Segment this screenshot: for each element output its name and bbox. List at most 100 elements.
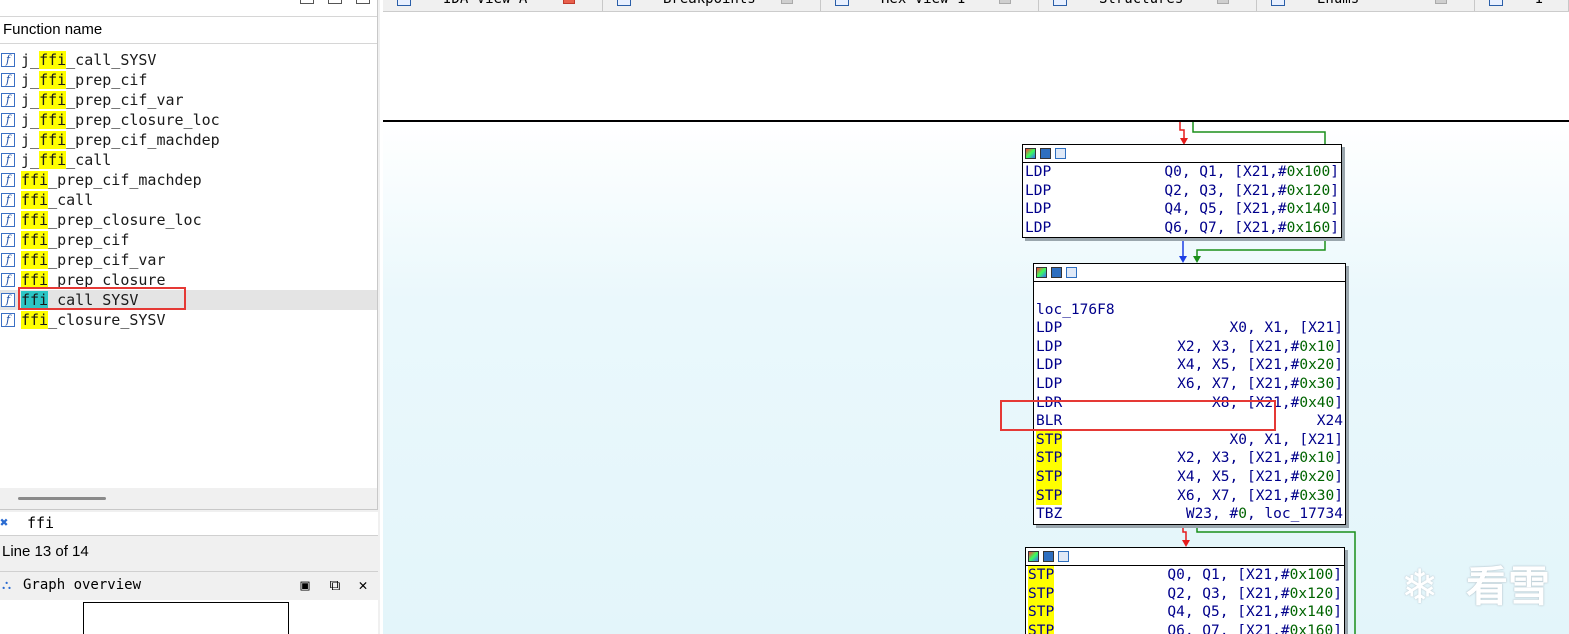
function-row[interactable]: f ffi_call xyxy=(0,190,377,210)
tab-close-icon[interactable] xyxy=(1435,0,1447,4)
instruction-line[interactable]: STP Q0, Q1, [X21,#0x100] xyxy=(1028,566,1342,585)
graph-overview-body[interactable] xyxy=(0,600,378,634)
block-label-line: loc_176F8 xyxy=(1036,301,1343,320)
block-header-bar[interactable] xyxy=(1034,264,1345,282)
block-graph-icon[interactable] xyxy=(1040,148,1051,159)
function-row[interactable]: f j_ffi_call xyxy=(0,150,377,170)
snowflake-icon: ❄ xyxy=(1404,556,1436,616)
instruction-line[interactable]: LDP X2, X3, [X21,#0x10] xyxy=(1036,338,1343,357)
instruction-line[interactable]: LDP Q6, Q7, [X21,#0x160] xyxy=(1025,219,1339,238)
block-graph-icon[interactable] xyxy=(1043,551,1054,562)
tab-label[interactable]: Structures xyxy=(1099,0,1183,7)
function-row[interactable]: f ffi_prep_closure_loc xyxy=(0,210,377,230)
function-row[interactable]: f ffi_prep_cif_var xyxy=(0,250,377,270)
block-list-icon[interactable] xyxy=(1066,267,1077,278)
block-graph-icon[interactable] xyxy=(1051,267,1062,278)
scrollbar-thumb[interactable] xyxy=(18,497,106,500)
function-name[interactable]: ffi_closure_SYSV xyxy=(21,310,166,330)
graph-overview-viewport[interactable] xyxy=(83,602,289,634)
tab-structures[interactable]: Structures xyxy=(1039,0,1257,11)
instruction-line[interactable]: STP X0, X1, [X21] xyxy=(1036,430,1344,450)
tab-ida-view-a[interactable]: IDA View-A xyxy=(383,0,603,11)
horizontal-scrollbar[interactable] xyxy=(0,488,377,509)
function-row[interactable]: f j_ffi_call_SYSV xyxy=(0,50,377,70)
block-header-bar[interactable] xyxy=(1026,548,1344,566)
function-name[interactable]: ffi_prep_cif_machdep xyxy=(21,170,202,190)
block-color-icon[interactable] xyxy=(1036,267,1047,278)
operand-text: X0, X1, [X21] xyxy=(1229,431,1344,448)
function-row[interactable]: f ffi_prep_cif_machdep xyxy=(0,170,377,190)
tab-close-icon[interactable] xyxy=(999,0,1011,4)
instruction-line[interactable]: LDP Q0, Q1, [X21,#0x100] xyxy=(1025,163,1339,182)
tab-hex-view-1[interactable]: Hex View-1 xyxy=(821,0,1039,11)
operand-text: ] xyxy=(1330,201,1339,218)
instruction-line[interactable]: STP Q2, Q3, [X21,#0x120] xyxy=(1028,584,1342,604)
close-icon[interactable] xyxy=(356,0,370,4)
tab-close-icon[interactable] xyxy=(781,0,793,4)
tab-close-icon[interactable] xyxy=(1217,0,1229,4)
function-name[interactable]: ffi_prep_cif xyxy=(21,230,129,250)
graph-view[interactable]: LDP Q0, Q1, [X21,#0x100] LDP Q2, Q3, [X21,#… xyxy=(383,122,1569,634)
tab-label[interactable]: Breakpoints xyxy=(663,0,756,7)
search-bar[interactable]: ✖ ffi xyxy=(0,512,378,536)
block-color-icon[interactable] xyxy=(1025,148,1036,159)
function-name[interactable]: j_ffi_prep_cif xyxy=(21,70,147,90)
tab-label[interactable]: IDA View-A xyxy=(443,0,527,7)
float-icon[interactable]: ⧉ xyxy=(326,576,344,594)
block-list-icon[interactable] xyxy=(1058,551,1069,562)
tab-i[interactable]: I xyxy=(1475,0,1569,11)
tab-breakpoints[interactable]: Breakpoints xyxy=(603,0,821,11)
tab-enums[interactable]: Enums xyxy=(1257,0,1475,11)
location-label[interactable]: loc_176F8 xyxy=(1036,302,1115,318)
operands: Q0, Q1, [X21,#0x100] xyxy=(1167,566,1342,585)
close-icon[interactable]: ✕ xyxy=(354,576,372,594)
disassembly-view-top xyxy=(383,12,1569,120)
clear-search-icon[interactable]: ✖ xyxy=(0,515,8,531)
tab-icon xyxy=(617,0,631,6)
function-name[interactable]: j_ffi_call xyxy=(21,150,111,170)
operands: Q4, Q5, [X21,#0x140] xyxy=(1167,603,1342,622)
restore-icon[interactable]: ▣ xyxy=(296,576,314,594)
function-row[interactable]: f j_ffi_prep_cif xyxy=(0,70,377,90)
instruction-line[interactable]: STP Q6, Q7, [X21,#0x160] xyxy=(1028,621,1342,634)
function-name[interactable]: j_ffi_prep_closure_loc xyxy=(21,110,220,130)
restore-icon[interactable] xyxy=(300,0,314,4)
function-row[interactable]: f j_ffi_prep_cif_var xyxy=(0,90,377,110)
function-row[interactable]: f j_ffi_prep_cif_machdep xyxy=(0,130,377,150)
function-name[interactable]: j_ffi_prep_cif_var xyxy=(21,90,184,110)
tab-label[interactable]: I xyxy=(1535,0,1543,7)
instruction-line[interactable]: LDP X0, X1, [X21] xyxy=(1036,319,1343,338)
function-row[interactable]: f ffi_closure_SYSV xyxy=(0,310,377,330)
function-name[interactable]: ffi_call xyxy=(21,190,93,210)
instruction-line[interactable]: LDP Q4, Q5, [X21,#0x140] xyxy=(1025,200,1339,219)
instruction-line[interactable]: STP Q4, Q5, [X21,#0x140] xyxy=(1028,603,1342,622)
function-name[interactable]: ffi_prep_cif_var xyxy=(21,250,166,270)
immediate-value: 0x140 xyxy=(1289,604,1334,621)
instruction-line[interactable]: STP X6, X7, [X21,#0x30] xyxy=(1036,486,1343,506)
search-input[interactable]: ffi xyxy=(27,514,54,532)
instruction-line[interactable]: LDP X6, X7, [X21,#0x30] xyxy=(1036,375,1343,394)
block-header-bar[interactable] xyxy=(1023,145,1341,163)
function-name[interactable]: j_ffi_prep_cif_machdep xyxy=(21,130,220,150)
function-name-prefix: j_ xyxy=(21,151,40,169)
function-row[interactable]: f j_ffi_prep_closure_loc xyxy=(0,110,377,130)
tab-close-icon[interactable] xyxy=(563,0,575,4)
instruction-line[interactable]: STP X4, X5, [X21,#0x20] xyxy=(1036,467,1343,487)
instruction-line[interactable]: TBZ W23, #0, loc_17734 xyxy=(1036,505,1343,524)
function-name[interactable]: ffi_prep_closure_loc xyxy=(21,210,202,230)
block-list-icon[interactable] xyxy=(1055,148,1066,159)
code-block-loc-176f8[interactable]: loc_176F8 LDP X0, X1, [X21] LDP X2, X3, [X21… xyxy=(1033,263,1346,525)
function-row[interactable]: f ffi_prep_cif xyxy=(0,230,377,250)
float-icon[interactable] xyxy=(328,0,342,4)
tab-label[interactable]: Hex View-1 xyxy=(881,0,965,7)
tab-label[interactable]: Enums xyxy=(1317,0,1359,7)
code-block-1[interactable]: LDP Q0, Q1, [X21,#0x100] LDP Q2, Q3, [X21,#… xyxy=(1022,144,1342,239)
block-color-icon[interactable] xyxy=(1028,551,1039,562)
function-name-column-header[interactable]: Function name xyxy=(0,16,377,44)
instruction-line[interactable]: LDP X4, X5, [X21,#0x20] xyxy=(1036,356,1343,375)
immediate-value: 0x160 xyxy=(1286,219,1331,236)
function-name[interactable]: j_ffi_call_SYSV xyxy=(21,50,156,70)
code-block-3[interactable]: STP Q0, Q1, [X21,#0x100] STP Q2, Q3, [X21,#… xyxy=(1025,547,1345,634)
instruction-line[interactable]: STP X2, X3, [X21,#0x10] xyxy=(1036,449,1343,468)
instruction-line[interactable]: LDP Q2, Q3, [X21,#0x120] xyxy=(1025,182,1339,201)
